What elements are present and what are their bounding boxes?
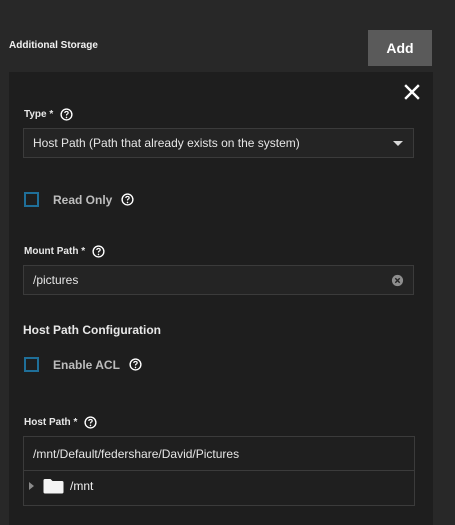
type-select[interactable]: Host Path (Path that already exists on t…	[23, 128, 414, 158]
clear-circle-icon[interactable]	[391, 274, 404, 287]
tree-node-mnt[interactable]: /mnt	[29, 478, 93, 494]
enable-acl-row: Enable ACL	[24, 357, 142, 372]
enable-acl-label: Enable ACL	[53, 357, 120, 372]
mount-path-label: Mount Path *	[24, 245, 105, 258]
type-select-value: Host Path (Path that already exists on t…	[33, 136, 300, 150]
help-icon[interactable]	[92, 245, 105, 258]
type-label: Type *	[24, 108, 73, 121]
host-path-input[interactable]: /mnt/Default/federshare/David/Pictures	[33, 437, 239, 470]
add-button[interactable]: Add	[368, 30, 432, 66]
tree-expand-icon[interactable]	[29, 482, 34, 490]
folder-icon	[43, 479, 64, 494]
divider	[24, 470, 414, 471]
help-icon[interactable]	[60, 108, 73, 121]
type-label-text: Type *	[24, 109, 54, 120]
read-only-label: Read Only	[53, 192, 113, 207]
help-icon[interactable]	[84, 416, 97, 429]
close-icon[interactable]	[402, 82, 422, 102]
mount-path-value: /pictures	[33, 273, 79, 287]
tree-node-label: /mnt	[70, 479, 94, 493]
host-path-config-title: Host Path Configuration	[23, 323, 161, 337]
section-header: Additional Storage Add	[0, 0, 455, 72]
read-only-checkbox[interactable]	[24, 192, 39, 207]
host-path-label-text: Host Path *	[24, 417, 78, 428]
caret-down-icon	[393, 141, 403, 146]
read-only-row: Read Only	[24, 192, 134, 207]
mount-path-label-text: Mount Path *	[24, 246, 86, 257]
mount-path-input[interactable]: /pictures	[23, 265, 414, 295]
help-icon[interactable]	[121, 193, 134, 206]
host-path-explorer: /mnt/Default/federshare/David/Pictures /…	[23, 436, 415, 506]
enable-acl-checkbox[interactable]	[24, 357, 39, 372]
host-path-label: Host Path *	[24, 416, 97, 429]
help-icon[interactable]	[129, 358, 142, 371]
section-title: Additional Storage	[9, 40, 98, 51]
